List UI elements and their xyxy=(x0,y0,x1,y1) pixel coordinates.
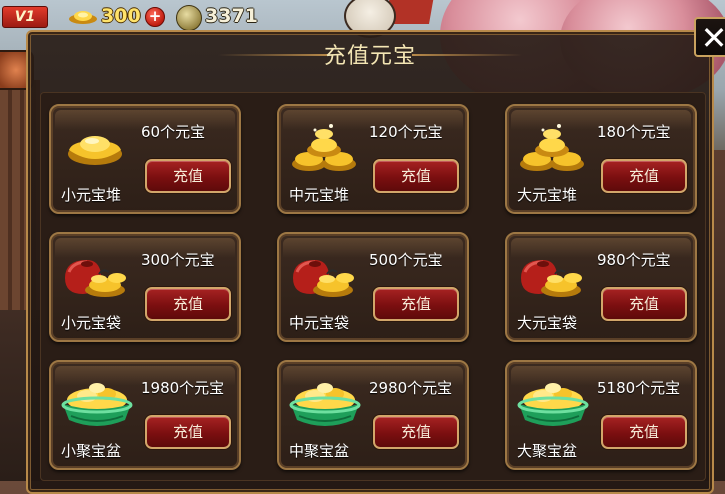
package-amount: 980个元宝 xyxy=(597,251,671,269)
add-gold-button[interactable]: + xyxy=(145,7,165,27)
coin-balance: 3371 xyxy=(205,5,258,27)
treasure-bowl-icon xyxy=(287,376,363,432)
vip-level-badge[interactable]: V1 xyxy=(2,6,48,28)
package-amount: 500个元宝 xyxy=(369,251,443,269)
recharge-package-card: 120个元宝中元宝堆 充值 xyxy=(277,104,469,214)
recharge-package-card: 180个元宝大元宝堆 充值 xyxy=(505,104,697,214)
gold-balance: 300 xyxy=(101,5,141,27)
package-amount: 5180个元宝 xyxy=(597,379,681,397)
ingot-single-icon xyxy=(59,120,135,176)
ingot-bag-icon xyxy=(287,248,363,304)
recharge-package-card: 1980个元宝小聚宝盆 充值 xyxy=(49,360,241,470)
package-name: 中聚宝盆 xyxy=(289,442,350,460)
package-name: 小元宝堆 xyxy=(61,186,122,204)
package-amount: 60个元宝 xyxy=(141,123,206,141)
recharge-button[interactable]: 充值 xyxy=(601,159,687,193)
recharge-button[interactable]: 充值 xyxy=(373,159,459,193)
package-name: 中元宝堆 xyxy=(289,186,350,204)
package-name: 小元宝袋 xyxy=(61,314,122,332)
ingot-bag-icon xyxy=(515,248,591,304)
recharge-package-card: 300个元宝小元宝袋 充值 xyxy=(49,232,241,342)
package-name: 大元宝袋 xyxy=(517,314,578,332)
package-name: 中元宝袋 xyxy=(289,314,350,332)
package-amount: 300个元宝 xyxy=(141,251,215,269)
package-amount: 120个元宝 xyxy=(369,123,443,141)
package-amount: 2980个元宝 xyxy=(369,379,453,397)
recharge-button[interactable]: 充值 xyxy=(145,415,231,449)
dialog-title: 充值元宝 xyxy=(323,44,416,69)
recharge-package-card: 5180个元宝大聚宝盆 充值 xyxy=(505,360,697,470)
recharge-button[interactable]: 充值 xyxy=(601,415,687,449)
recharge-button[interactable]: 充值 xyxy=(145,159,231,193)
recharge-package-card: 2980个元宝中聚宝盆 充值 xyxy=(277,360,469,470)
recharge-button[interactable]: 充值 xyxy=(373,287,459,321)
ingot-bag-icon xyxy=(59,248,135,304)
recharge-package-card: 60个元宝小元宝堆 充值 xyxy=(49,104,241,214)
recharge-button[interactable]: 充值 xyxy=(601,287,687,321)
package-name: 大元宝堆 xyxy=(517,186,578,204)
close-button[interactable]: ✕ xyxy=(694,17,725,57)
recharge-package-card: 980个元宝大元宝袋 充值 xyxy=(505,232,697,342)
treasure-bowl-icon xyxy=(59,376,135,432)
treasure-bowl-icon xyxy=(515,376,591,432)
package-name: 小聚宝盆 xyxy=(61,442,122,460)
recharge-button[interactable]: 充值 xyxy=(145,287,231,321)
top-hud: V1 300 + 3371 xyxy=(0,0,360,31)
copper-coin-icon xyxy=(176,5,202,31)
package-amount: 1980个元宝 xyxy=(141,379,225,397)
recharge-package-card: 500个元宝中元宝袋 充值 xyxy=(277,232,469,342)
ingot-pile-icon xyxy=(515,120,591,176)
recharge-button[interactable]: 充值 xyxy=(373,415,459,449)
package-amount: 180个元宝 xyxy=(597,123,671,141)
ingot-pile-icon xyxy=(287,120,363,176)
package-name: 大聚宝盆 xyxy=(517,442,578,460)
gold-ingot-icon xyxy=(69,11,97,24)
